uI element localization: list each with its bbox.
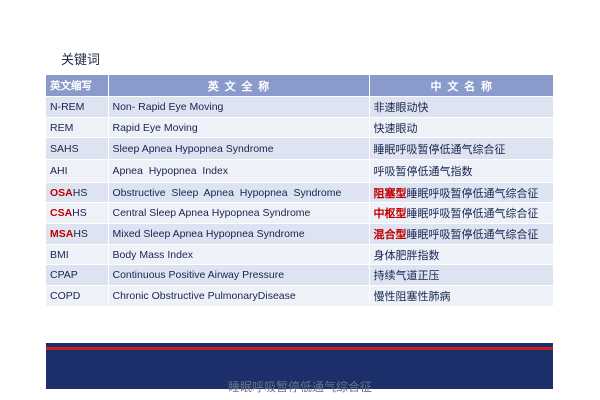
abbreviation-text: N-REM — [50, 101, 85, 113]
chinese-name-highlight: 阻塞型 — [373, 186, 407, 200]
header-abbreviation: 英文缩写 — [46, 75, 109, 97]
abbreviation-text: SAHS — [50, 142, 79, 155]
table-header-row: 英文缩写 英 文 全 称 中 文 名 称 — [46, 75, 553, 97]
chinese-name-text: 身体肥胖指数 — [373, 248, 440, 262]
abbreviation-cell: MSAHS — [46, 223, 109, 245]
abbreviation-highlight: CSA — [50, 207, 73, 219]
abbreviation-text: HS — [72, 207, 87, 219]
table-row: OSAHS Obstructive Sleep Apnea Hypopnea Sy… — [46, 182, 553, 203]
english-name-cell: Non- Rapid Eye Moving — [108, 96, 370, 118]
abbreviation-cell: SAHS — [46, 137, 109, 160]
footer-text: 睡眠呼吸暂停低通气综合征 — [227, 380, 372, 394]
table-row: N-REM Non- Rapid Eye Moving 非速眼动快 — [46, 96, 553, 118]
english-name-cell: Obstructive Sleep Apnea Hypopnea Syndrom… — [108, 182, 370, 203]
english-name-cell: Rapid Eye Moving — [108, 117, 370, 138]
chinese-name-cell: 中枢型睡眠呼吸暂停低通气综合征 — [369, 202, 553, 224]
table-row: SAHS Sleep Apnea Hypopnea Syndrome 睡眠呼吸暂停低… — [46, 137, 553, 160]
english-name-cell: Sleep Apnea Hypopnea Syndrome — [108, 137, 370, 160]
chinese-name-cell: 慢性阻塞性肺病 — [369, 285, 553, 307]
table-row: COPD Chronic Obstructive PulmonaryDisease… — [46, 285, 553, 307]
chinese-name-cell: 呼吸暂停低通气指数 — [369, 159, 553, 183]
abbreviation-highlight: MSA — [50, 228, 74, 240]
table-row: BMI Body Mass Index 身体肥胖指数 — [46, 244, 553, 265]
chinese-name-cell: 睡眠呼吸暂停低通气综合征 — [369, 137, 553, 160]
english-name-cell: Body Mass Index — [108, 244, 370, 265]
chinese-name-highlight: 中枢型 — [373, 207, 407, 220]
chinese-name-text: 睡眠呼吸暂停低通气综合征 — [406, 207, 539, 220]
chinese-name-cell: 阻塞型睡眠呼吸暂停低通气综合征 — [369, 182, 553, 203]
abbreviation-cell: AHI — [46, 159, 109, 183]
header-chinese-name: 中 文 名 称 — [369, 75, 553, 97]
chinese-name-text: 快速眼动 — [373, 121, 418, 135]
abbreviation-cell: OSAHS — [46, 182, 109, 203]
chinese-name-text: 呼吸暂停低通气指数 — [373, 165, 473, 178]
abbreviation-cell: CSAHS — [46, 202, 109, 224]
abbreviation-text: CPAP — [50, 269, 78, 281]
chinese-name-cell: 身体肥胖指数 — [369, 244, 553, 265]
chinese-name-cell: 非速眼动快 — [369, 96, 553, 118]
abbreviation-text: HS — [72, 186, 88, 199]
chinese-name-highlight: 混合型 — [373, 228, 407, 241]
chinese-name-cell: 混合型睡眠呼吸暂停低通气综合征 — [369, 223, 553, 245]
chinese-name-text: 睡眠呼吸暂停低通气综合征 — [406, 186, 539, 200]
english-name-cell: Continuous Positive Airway Pressure — [108, 264, 370, 286]
abbreviation-text: REM — [50, 121, 74, 134]
footer-accent-line — [46, 347, 553, 350]
slide: 关键词 英文缩写 英 文 全 称 中 文 名 称 N-REM Non- Rapid… — [0, 0, 600, 400]
english-name-cell: Chronic Obstructive PulmonaryDisease — [108, 285, 370, 307]
table-row: CSAHS Central Sleep Apnea Hypopnea Syndro… — [46, 202, 553, 224]
abbreviation-text: HS — [73, 228, 88, 240]
table-row: AHI Apnea Hypopnea Index 呼吸暂停低通气指数 — [46, 159, 553, 183]
chinese-name-text: 持续气道正压 — [373, 269, 440, 282]
abbreviation-text: AHI — [50, 165, 68, 177]
abbreviation-highlight: OSA — [50, 186, 73, 199]
chinese-name-cell: 快速眼动 — [369, 117, 553, 138]
chinese-name-text: 慢性阻塞性肺病 — [373, 290, 451, 303]
abbreviation-text: BMI — [50, 248, 69, 261]
chinese-name-cell: 持续气道正压 — [369, 264, 553, 286]
english-name-cell: Apnea Hypopnea Index — [108, 159, 370, 183]
header-english-name: 英 文 全 称 — [108, 75, 370, 97]
keywords-title: 关键词 — [61, 53, 101, 68]
chinese-name-text: 睡眠呼吸暂停低通气综合征 — [373, 142, 506, 156]
abbreviation-cell: N-REM — [46, 96, 109, 118]
chinese-name-text: 睡眠呼吸暂停低通气综合征 — [406, 228, 539, 241]
table-row: CPAP Continuous Positive Airway Pressure 持… — [46, 264, 553, 286]
chinese-name-text: 非速眼动快 — [373, 101, 429, 114]
english-name-cell: Central Sleep Apnea Hypopnea Syndrome — [108, 202, 370, 224]
table-row: MSAHS Mixed Sleep Apnea Hypopnea Syndrome… — [46, 223, 553, 245]
glossary-table: 英文缩写 英 文 全 称 中 文 名 称 N-REM Non- Rapid Eye… — [46, 75, 553, 307]
table-row: REM Rapid Eye Moving 快速眼动 — [46, 117, 553, 138]
abbreviation-text: COPD — [50, 290, 81, 302]
english-name-cell: Mixed Sleep Apnea Hypopnea Syndrome — [108, 223, 370, 245]
abbreviation-cell: CPAP — [46, 264, 109, 286]
abbreviation-cell: BMI — [46, 244, 109, 265]
table-body: N-REM Non- Rapid Eye Moving 非速眼动快 REM Rapid … — [46, 96, 553, 307]
abbreviation-cell: COPD — [46, 285, 109, 307]
abbreviation-cell: REM — [46, 117, 109, 138]
